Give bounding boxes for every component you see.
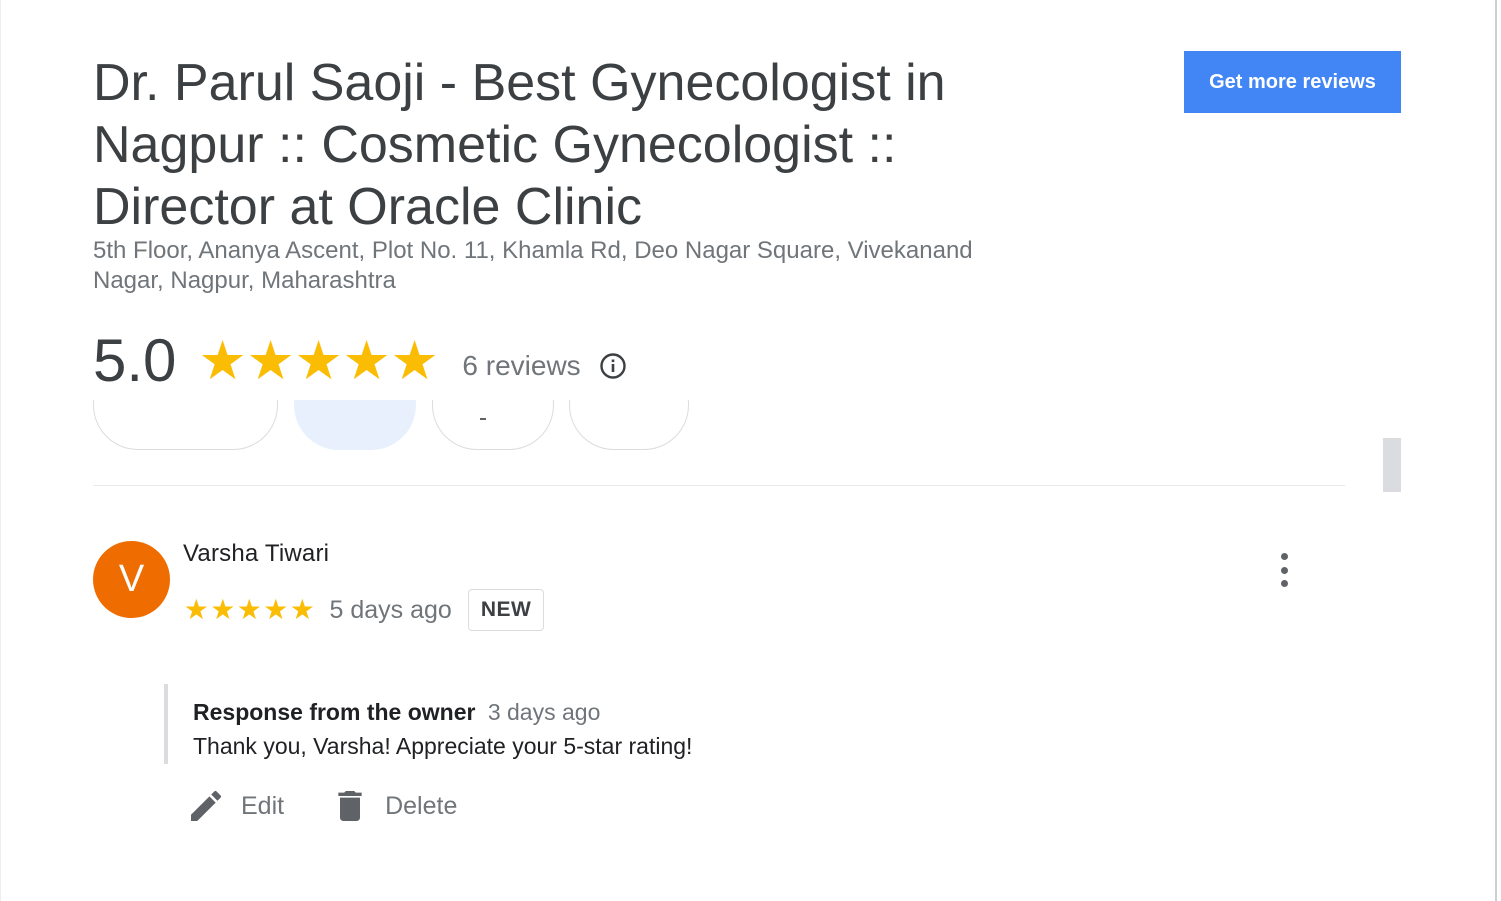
star-icon: ★ — [342, 331, 391, 391]
owner-response-text: Thank you, Varsha! Appreciate your 5-sta… — [193, 733, 693, 759]
owner-response-header: Response from the owner 3 days ago — [193, 697, 864, 727]
star-icon: ★ — [263, 594, 289, 625]
business-address: 5th Floor, Ananya Ascent, Plot No. 11, K… — [93, 236, 1053, 296]
review-stars: ★ ★ ★ ★ ★ — [183, 596, 316, 624]
window-right-edge — [1495, 0, 1497, 901]
menu-dot — [1280, 553, 1288, 560]
reviewer-name[interactable]: Varsha Tiwari — [183, 540, 329, 568]
response-actions: Edit Delete — [186, 786, 457, 826]
rating-stars: ★ ★ ★ ★ ★ — [198, 334, 438, 388]
star-icon: ★ — [294, 331, 343, 391]
address-line: Nagar, Nagpur, Maharashtra — [93, 267, 396, 294]
edit-button[interactable]: Edit — [186, 786, 284, 826]
get-more-reviews-button[interactable]: Get more reviews — [1184, 51, 1401, 113]
delete-button[interactable]: Delete — [330, 786, 457, 826]
review-time: 5 days ago — [329, 595, 452, 624]
rating-score: 5.0 — [93, 327, 177, 394]
star-icon: ★ — [236, 594, 262, 625]
star-icon: ★ — [210, 594, 236, 625]
business-title: Dr. Parul Saoji - Best Gynecologist in N… — [93, 52, 1093, 238]
review-filter-chips — [93, 400, 713, 452]
menu-dot — [1280, 566, 1288, 574]
chip-label-fragment — [480, 418, 486, 420]
trash-icon — [330, 786, 370, 826]
delete-label: Delete — [385, 791, 458, 820]
reviewer-avatar[interactable]: V — [93, 541, 170, 618]
owner-response-label: Response from the owner — [193, 699, 476, 725]
filter-chip[interactable] — [93, 400, 278, 450]
owner-response-time: 3 days ago — [487, 699, 601, 725]
section-divider — [93, 485, 1345, 486]
filter-chip[interactable] — [432, 400, 554, 450]
owner-response: Response from the owner 3 days ago Thank… — [164, 684, 864, 764]
info-icon[interactable] — [599, 352, 627, 380]
scrollbar-thumb[interactable] — [1383, 438, 1401, 492]
filter-chip[interactable] — [569, 400, 689, 450]
more-vert-icon[interactable] — [1268, 549, 1300, 591]
edit-label: Edit — [241, 791, 285, 820]
business-title-line: Dr. Parul Saoji - Best Gynecologist in — [93, 54, 946, 112]
reviews-count: 6 reviews — [462, 350, 581, 381]
review-meta: ★ ★ ★ ★ ★ 5 days ago NEW — [183, 588, 545, 632]
star-icon: ★ — [289, 594, 315, 625]
filter-chip-selected[interactable] — [294, 400, 416, 450]
pencil-icon — [186, 786, 226, 826]
star-icon: ★ — [390, 331, 439, 391]
business-title-line: Director at Oracle Clinic — [93, 178, 643, 236]
window-left-edge — [0, 0, 1, 901]
new-badge: NEW — [467, 589, 545, 631]
rating-summary: 5.0 ★ ★ ★ ★ ★ 6 reviews — [93, 326, 627, 396]
star-icon: ★ — [183, 594, 209, 625]
star-icon: ★ — [246, 331, 295, 391]
address-line: 5th Floor, Ananya Ascent, Plot No. 11, K… — [93, 237, 973, 264]
star-icon: ★ — [198, 331, 247, 391]
menu-dot — [1280, 580, 1288, 587]
business-title-line: Nagpur :: Cosmetic Gynecologist :: — [93, 116, 897, 174]
